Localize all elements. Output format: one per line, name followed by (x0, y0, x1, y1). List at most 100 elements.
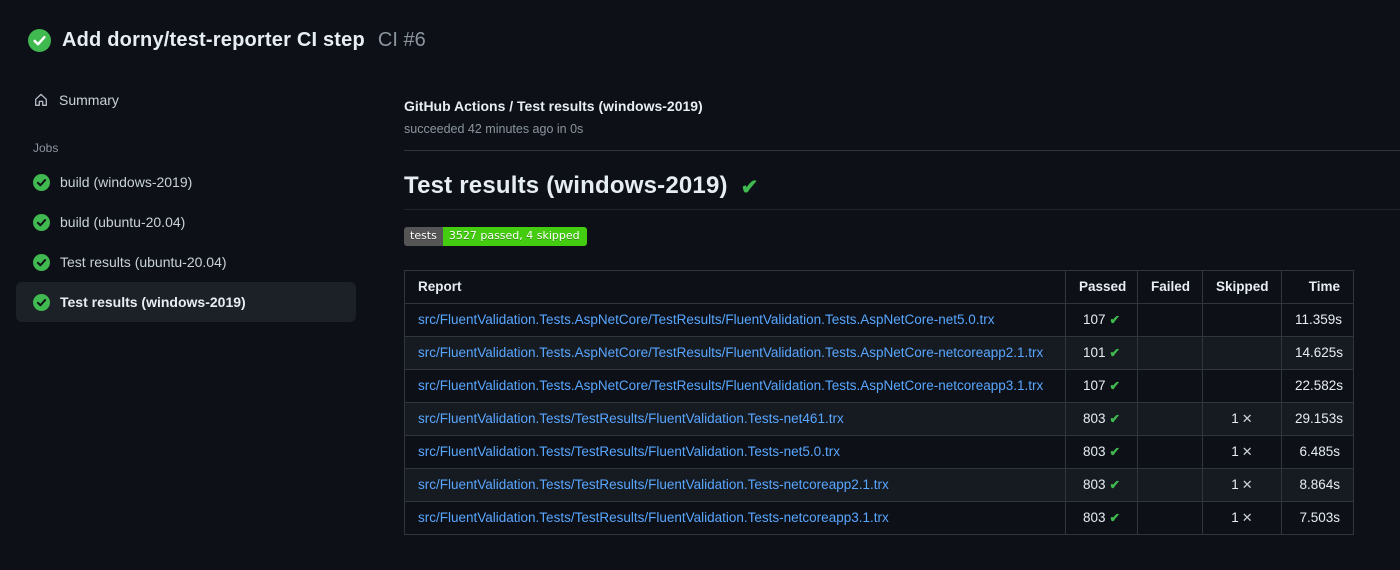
column-header-report: Report (404, 270, 1066, 304)
failed-cell (1137, 336, 1203, 370)
check-circle-icon (33, 293, 50, 311)
check-icon: ✔ (1109, 379, 1120, 393)
failed-cell (1137, 303, 1203, 337)
section-title: Test results (windows-2019) (404, 172, 728, 199)
column-header-skipped: Skipped (1202, 270, 1282, 304)
report-link[interactable]: src/FluentValidation.Tests.AspNetCore/Te… (418, 345, 1043, 360)
sidebar-item-job[interactable]: build (windows-2019) (16, 162, 356, 202)
skipped-cell: 1 ✕ (1202, 468, 1282, 502)
jobs-section-label: Jobs (33, 141, 59, 155)
passed-cell: 107 ✔ (1065, 303, 1138, 337)
sidebar-item-job[interactable]: Test results (ubuntu-20.04) (16, 242, 356, 282)
report-link[interactable]: src/FluentValidation.Tests/TestResults/F… (418, 477, 889, 492)
report-link[interactable]: src/FluentValidation.Tests/TestResults/F… (418, 411, 844, 426)
header-divider (404, 150, 1400, 151)
time-cell: 22.582s (1281, 369, 1354, 403)
report-link[interactable]: src/FluentValidation.Tests/TestResults/F… (418, 444, 840, 459)
passed-cell: 803 ✔ (1065, 435, 1138, 469)
report-cell: src/FluentValidation.Tests.AspNetCore/Te… (404, 303, 1066, 337)
failed-cell (1137, 369, 1203, 403)
report-link[interactable]: src/FluentValidation.Tests/TestResults/F… (418, 510, 889, 525)
check-run-breadcrumb: GitHub Actions / Test results (windows-2… (404, 98, 703, 114)
check-icon: ✔ (740, 176, 759, 199)
failed-cell (1137, 402, 1203, 436)
skipped-cell: 1 ✕ (1202, 501, 1282, 535)
skipped-cell (1202, 336, 1282, 370)
page-layout: Summary Jobs build (windows-2019) build (… (0, 84, 1400, 535)
failed-cell (1137, 435, 1203, 469)
failed-cell (1137, 501, 1203, 535)
job-label: build (ubuntu-20.04) (60, 214, 186, 230)
time-cell: 6.485s (1281, 435, 1354, 469)
column-header-passed: Passed (1065, 270, 1138, 304)
x-icon: ✕ (1241, 411, 1253, 426)
time-cell: 8.864s (1281, 468, 1354, 502)
summary-label: Summary (59, 92, 119, 108)
passed-cell: 803 ✔ (1065, 402, 1138, 436)
tests-badge-label: tests (404, 227, 443, 246)
skipped-cell: 1 ✕ (1202, 402, 1282, 436)
check-icon: ✔ (1109, 478, 1120, 492)
report-cell: src/FluentValidation.Tests.AspNetCore/Te… (404, 336, 1066, 370)
skipped-cell (1202, 369, 1282, 403)
time-cell: 14.625s (1281, 336, 1354, 370)
check-circle-icon (33, 213, 50, 231)
x-icon: ✕ (1241, 510, 1253, 525)
time-cell: 7.503s (1281, 501, 1354, 535)
x-icon: ✕ (1241, 477, 1253, 492)
table-row: src/FluentValidation.Tests/TestResults/F… (404, 435, 1354, 469)
passed-cell: 107 ✔ (1065, 369, 1138, 403)
report-cell: src/FluentValidation.Tests/TestResults/F… (404, 468, 1066, 502)
time-cell: 29.153s (1281, 402, 1354, 436)
section-heading: Test results (windows-2019) ✔ (404, 172, 1400, 210)
check-icon: ✔ (1109, 313, 1120, 327)
passed-cell: 803 ✔ (1065, 501, 1138, 535)
table-row: src/FluentValidation.Tests/TestResults/F… (404, 501, 1354, 535)
table-row: src/FluentValidation.Tests.AspNetCore/Te… (404, 336, 1354, 370)
time-cell: 11.359s (1281, 303, 1354, 337)
check-icon: ✔ (1109, 511, 1120, 525)
table-row: src/FluentValidation.Tests.AspNetCore/Te… (404, 369, 1354, 403)
table-header-row: Report Passed Failed Skipped Time (404, 270, 1354, 304)
check-circle-icon (33, 173, 50, 191)
report-cell: src/FluentValidation.Tests/TestResults/F… (404, 435, 1066, 469)
failed-cell (1137, 468, 1203, 502)
job-list: build (windows-2019) build (ubuntu-20.04)… (16, 162, 380, 322)
sidebar-item-job[interactable]: Test results (windows-2019) (16, 282, 356, 322)
run-header: Add dorny/test-reporter CI step CI #6 (0, 0, 1400, 52)
sidebar-item-job[interactable]: build (ubuntu-20.04) (16, 202, 356, 242)
sidebar: Summary Jobs build (windows-2019) build (… (0, 84, 380, 322)
tests-badge: tests 3527 passed, 4 skipped (404, 227, 587, 246)
run-number: CI #6 (377, 29, 426, 51)
report-cell: src/FluentValidation.Tests.AspNetCore/Te… (404, 369, 1066, 403)
sidebar-item-summary[interactable]: Summary (16, 84, 356, 116)
passed-cell: 803 ✔ (1065, 468, 1138, 502)
workflow-run-page: Add dorny/test-reporter CI step CI #6 Su… (0, 0, 1400, 570)
report-link[interactable]: src/FluentValidation.Tests.AspNetCore/Te… (418, 312, 995, 327)
run-status-text: succeeded 42 minutes ago in 0s (404, 122, 584, 136)
skipped-cell: 1 ✕ (1202, 435, 1282, 469)
report-cell: src/FluentValidation.Tests/TestResults/F… (404, 402, 1066, 436)
success-check-circle-icon (28, 29, 51, 52)
home-icon (33, 92, 49, 108)
x-icon: ✕ (1241, 444, 1253, 459)
check-icon: ✔ (1109, 445, 1120, 459)
job-label: Test results (windows-2019) (60, 294, 246, 310)
run-title: Add dorny/test-reporter CI step (62, 29, 365, 51)
job-label: Test results (ubuntu-20.04) (60, 254, 227, 270)
table-row: src/FluentValidation.Tests/TestResults/F… (404, 468, 1354, 502)
check-icon: ✔ (1109, 346, 1120, 360)
job-label: build (windows-2019) (60, 174, 193, 190)
report-cell: src/FluentValidation.Tests/TestResults/F… (404, 501, 1066, 535)
check-circle-icon (33, 253, 50, 271)
tests-badge-value: 3527 passed, 4 skipped (442, 227, 587, 246)
report-link[interactable]: src/FluentValidation.Tests.AspNetCore/Te… (418, 378, 1043, 393)
table-row: src/FluentValidation.Tests.AspNetCore/Te… (404, 303, 1354, 337)
table-row: src/FluentValidation.Tests/TestResults/F… (404, 402, 1354, 436)
check-icon: ✔ (1109, 412, 1120, 426)
main-content: GitHub Actions / Test results (windows-2… (380, 84, 1400, 535)
skipped-cell (1202, 303, 1282, 337)
column-header-time: Time (1281, 270, 1354, 304)
test-results-table: Report Passed Failed Skipped Time src/Fluent… (404, 270, 1354, 535)
column-header-failed: Failed (1137, 270, 1203, 304)
